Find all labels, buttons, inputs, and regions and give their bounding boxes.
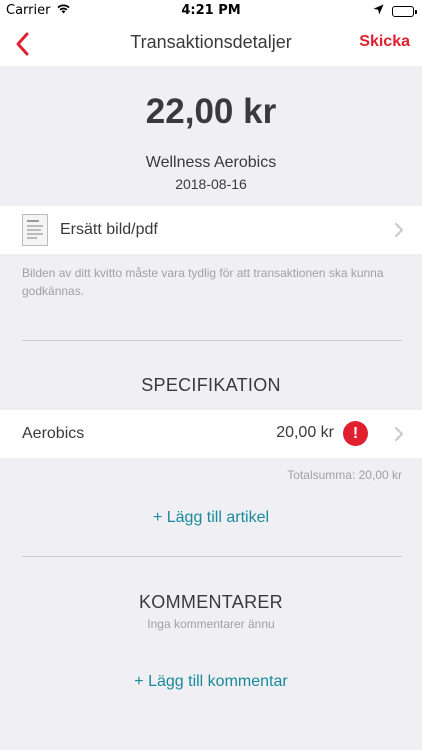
location-arrow-icon (373, 4, 384, 19)
replace-receipt-label: Ersätt bild/pdf (60, 221, 158, 238)
chevron-right-icon (395, 427, 403, 441)
battery-icon (392, 6, 417, 17)
comments-title: KOMMENTARER (139, 592, 283, 612)
transaction-amount: 22,00 kr (145, 92, 277, 131)
chevron-right-icon (395, 223, 403, 237)
divider (22, 340, 402, 341)
alert-icon: ! (343, 421, 368, 446)
no-comments-text: Inga kommentarer ännu (147, 617, 275, 631)
item-amount: 20,00 kr (276, 424, 334, 441)
divider (22, 556, 402, 557)
navigation-bar: Transaktionsdetaljer Skicka (0, 22, 422, 66)
status-bar: Carrier 4:21 PM (0, 0, 422, 22)
merchant-name: Wellness Aerobics (145, 154, 277, 171)
receipt-hint: Bilden av ditt kvitto måste vara tydlig … (22, 266, 384, 298)
transaction-date: 2018-08-16 (175, 176, 247, 192)
specification-item[interactable]: Aerobics 20,00 kr ! (0, 410, 422, 458)
receipt-thumbnail (22, 214, 48, 246)
status-time: 4:21 PM (181, 3, 241, 18)
total-sum: Totalsumma: 20,00 kr (287, 468, 402, 482)
item-label: Aerobics (22, 425, 85, 442)
replace-receipt-row[interactable]: Ersätt bild/pdf (0, 206, 422, 254)
specification-title: SPECIFIKATION (141, 375, 281, 395)
send-button[interactable]: Skicka (359, 33, 410, 51)
add-comment-button[interactable]: + Lägg till kommentar (0, 673, 422, 691)
transaction-summary: 22,00 kr Wellness Aerobics 2018-08-16 (0, 66, 422, 206)
status-right (373, 4, 417, 19)
add-article-button[interactable]: + Lägg till artikel (0, 509, 422, 527)
